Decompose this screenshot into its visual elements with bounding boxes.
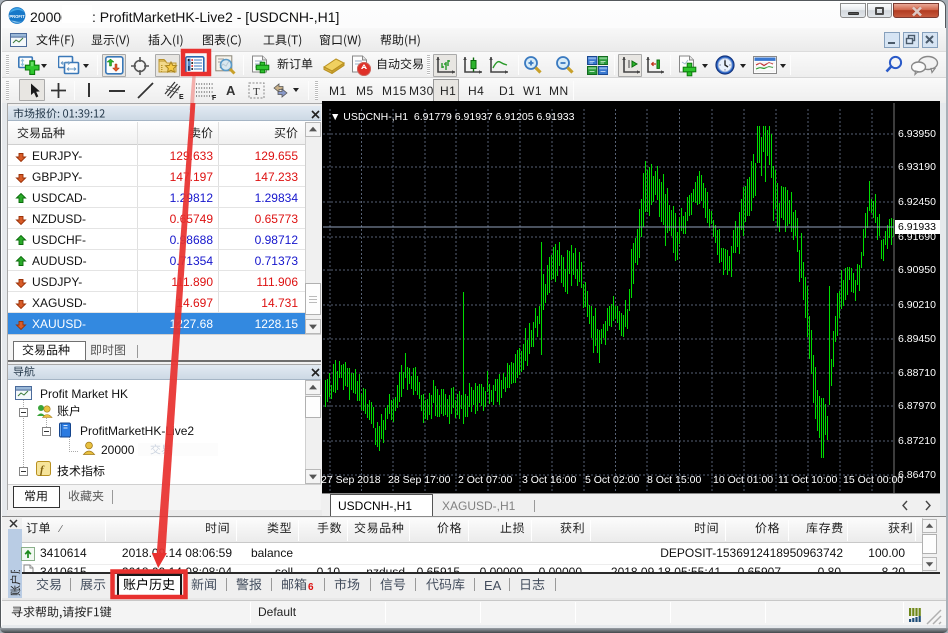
svg-text:E: E (179, 94, 184, 100)
svg-text:F: F (212, 95, 217, 101)
svg-text:T: T (253, 86, 260, 98)
svg-text:PROFIT: PROFIT (9, 14, 25, 19)
